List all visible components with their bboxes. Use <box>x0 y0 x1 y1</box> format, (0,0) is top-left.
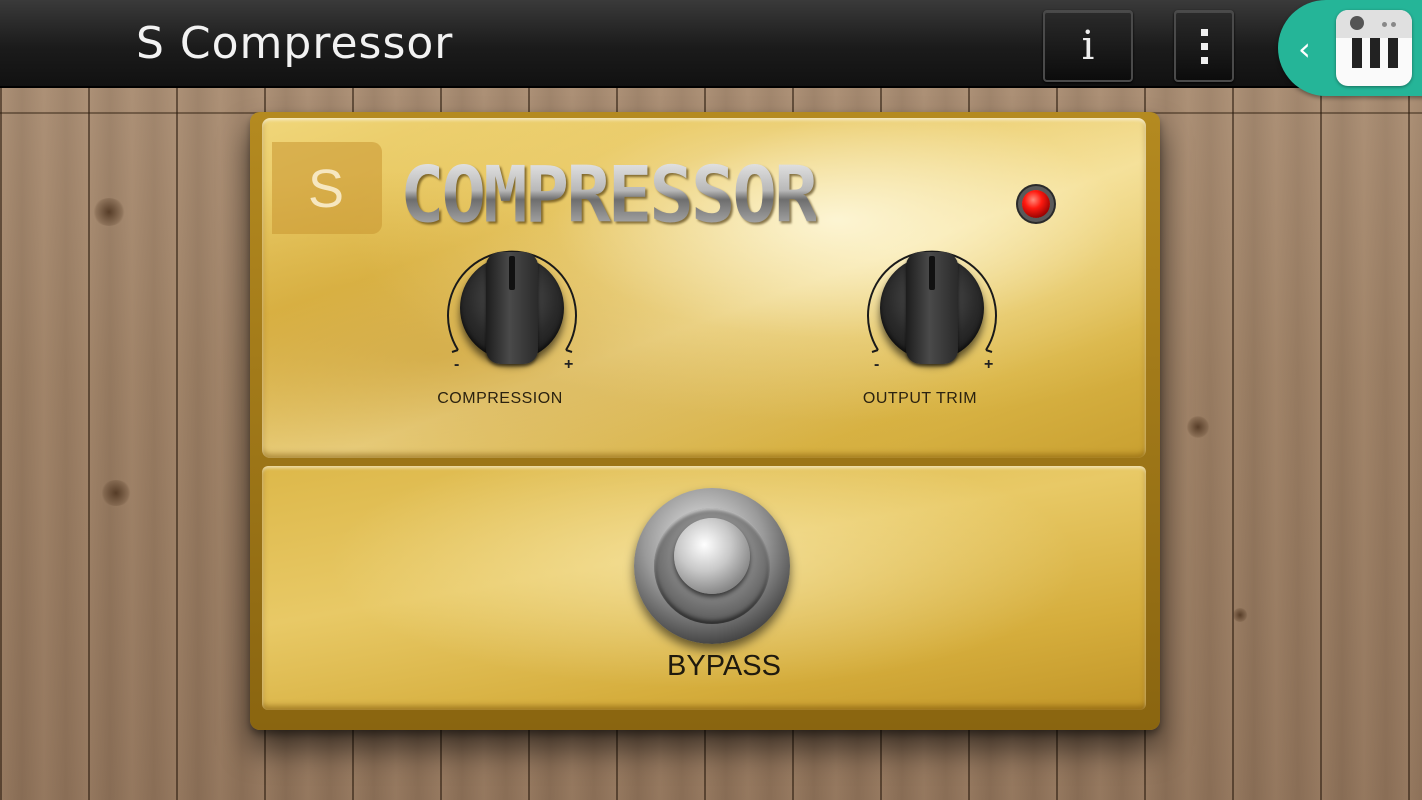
more-vert-icon <box>1200 28 1208 64</box>
compressor-pedal: S COMPRESSOR - + COMPRESSION - + OUTPUT … <box>250 112 1160 730</box>
piano-app-icon[interactable] <box>1336 10 1412 86</box>
compression-label: COMPRESSION <box>437 390 563 407</box>
wood-knot <box>1186 416 1210 438</box>
pedal-title: COMPRESSOR <box>400 149 819 241</box>
bypass-footswitch[interactable] <box>634 488 790 644</box>
wood-knot <box>92 198 126 226</box>
info-button[interactable]: i <box>1043 10 1133 82</box>
minus-label: - <box>874 356 880 373</box>
wood-knot <box>100 480 132 506</box>
brand-badge-letter: S <box>308 159 345 219</box>
overflow-menu-button[interactable] <box>1174 10 1234 82</box>
output-trim-label: OUTPUT TRIM <box>862 390 978 407</box>
chevron-left-icon[interactable]: ‹ <box>1298 30 1311 68</box>
top-bar: S Compressor i <box>0 0 1422 88</box>
compression-knob[interactable] <box>460 252 564 364</box>
minus-label: - <box>454 356 460 373</box>
knob-pointer <box>929 256 935 290</box>
app-title: S Compressor <box>136 18 454 69</box>
output-trim-knob[interactable] <box>880 252 984 364</box>
bypass-label: BYPASS <box>667 650 781 682</box>
wood-knot <box>1232 608 1248 622</box>
status-led-indicator <box>1022 190 1050 218</box>
side-launcher-tab[interactable]: ‹ <box>1278 0 1422 96</box>
compression-knob-group: - + <box>420 236 600 406</box>
plus-label: + <box>564 356 574 373</box>
knob-pointer <box>509 256 515 290</box>
plus-label: + <box>984 356 994 373</box>
info-icon: i <box>1081 23 1095 69</box>
brand-badge: S <box>272 142 382 234</box>
pedal-control-panel: S COMPRESSOR - + COMPRESSION - + OUTPUT … <box>262 118 1146 458</box>
output-trim-knob-group: - + <box>840 236 1020 406</box>
